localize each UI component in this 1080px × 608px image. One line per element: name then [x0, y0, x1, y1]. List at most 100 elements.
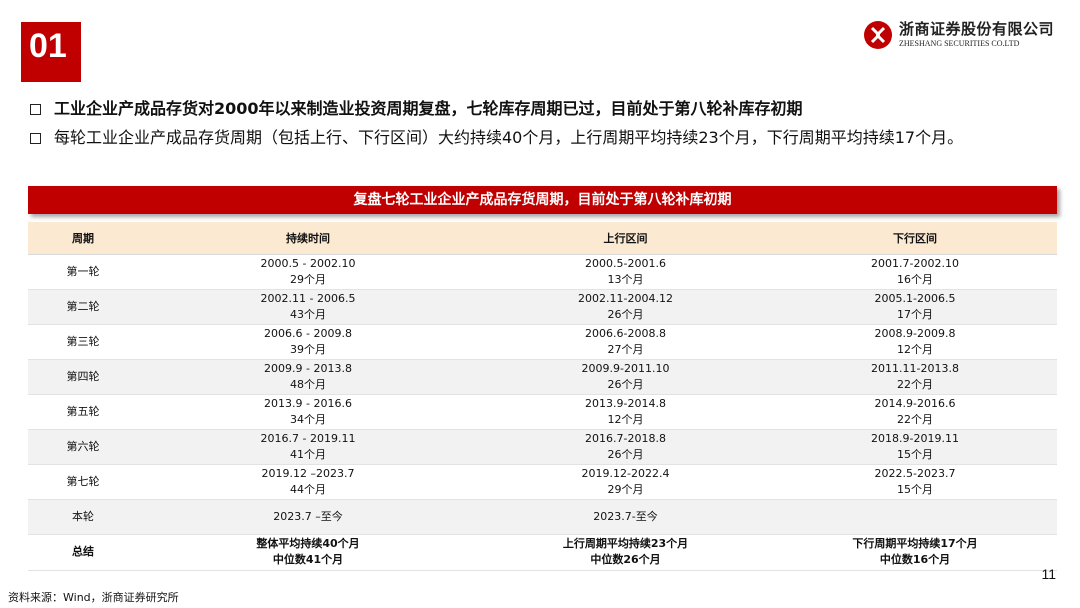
cell-down-range-months: 17个月	[897, 307, 933, 321]
cell-down-range	[773, 499, 1057, 535]
page-number: 11	[1041, 566, 1056, 582]
cell-duration-range: 2016.7 - 2019.11	[260, 431, 356, 445]
cell-up-range: 2000.5-2001.6 13个月	[478, 254, 773, 290]
cell-down-range-months: 22个月	[897, 377, 933, 391]
cell-down-range-range: 2005.1-2006.5	[874, 291, 956, 305]
cell-down-range: 下行周期平均持续17个月 中位数16个月	[773, 534, 1057, 571]
summary-row: 总结 整体平均持续40个月 中位数41个月 上行周期平均持续23个月 中位数26个月 下行…	[28, 534, 1057, 571]
cell-cycle-name: 总结	[28, 534, 138, 571]
table-row: 第五轮 2013.9 - 2016.6 34个月 2013.9-2014.8 12个月 2…	[28, 394, 1057, 430]
cell-down-range-range: 下行周期平均持续17个月	[852, 537, 978, 550]
company-logo: 浙商证券股份有限公司 ZHESHANG SECURITIES CO.LTD	[863, 18, 1054, 52]
cell-up-range-months: 26个月	[607, 377, 644, 391]
inventory-cycle-table: 周期 持续时间 上行区间 下行区间 第一轮 2000.5 - 2002.10 29个…	[28, 222, 1057, 571]
cell-up-range-months: 26个月	[607, 307, 644, 321]
cell-down-range-range: 2022.5-2023.7	[874, 466, 956, 480]
cell-duration-range: 2023.7 –至今	[273, 509, 343, 523]
cell-duration: 2009.9 - 2013.8 48个月	[138, 359, 478, 395]
cell-up-range: 2013.9-2014.8 12个月	[478, 394, 773, 430]
cell-down-range-range: 2018.9-2019.11	[871, 431, 959, 445]
cell-down-range: 2001.7-2002.10 16个月	[773, 254, 1057, 290]
cell-down-range-range: 2001.7-2002.10	[871, 256, 959, 270]
cell-up-range-range: 上行周期平均持续23个月	[562, 537, 689, 550]
cell-duration-range: 整体平均持续40个月	[256, 537, 360, 550]
cell-duration: 2019.12 –2023.7 44个月	[138, 464, 478, 500]
cell-cycle-name: 第一轮	[28, 254, 138, 290]
cell-down-range-range: 2008.9-2009.8	[874, 326, 956, 340]
cell-up-range-range: 2023.7-至今	[593, 509, 658, 523]
table-row: 第六轮 2016.7 - 2019.11 41个月 2016.7-2018.8 26个月…	[28, 429, 1057, 465]
cell-duration-range: 2006.6 - 2009.8	[264, 326, 352, 340]
cell-down-range: 2014.9-2016.6 22个月	[773, 394, 1057, 430]
cell-duration-months: 48个月	[290, 377, 326, 391]
cell-duration-months: 29个月	[290, 272, 326, 286]
square-bullet-icon	[30, 133, 41, 144]
cell-down-range-months: 15个月	[897, 447, 933, 461]
cell-duration: 整体平均持续40个月 中位数41个月	[138, 534, 478, 571]
cell-cycle-name: 本轮	[28, 499, 138, 535]
cell-up-range-range: 2019.12-2022.4	[581, 466, 670, 480]
cell-up-range-months: 12个月	[607, 412, 644, 426]
cell-duration-months: 中位数41个月	[272, 553, 344, 566]
logo-company-name-cn: 浙商证券股份有限公司	[898, 20, 1054, 38]
bullet-text: 每轮工业企业产成品存货周期（包括上行、下行区间）大约持续40个月，上行周期平均持…	[54, 128, 964, 147]
cell-down-range-months: 12个月	[897, 342, 933, 356]
table-header-row: 周期 持续时间 上行区间 下行区间	[28, 222, 1057, 255]
cell-up-range-months: 29个月	[607, 482, 644, 496]
table-row: 本轮 2023.7 –至今 2023.7-至今	[28, 499, 1057, 535]
cell-cycle-name: 第七轮	[28, 464, 138, 500]
cell-down-range-months: 22个月	[897, 412, 933, 426]
cell-duration-months: 43个月	[290, 307, 326, 321]
cell-duration-range: 2002.11 - 2006.5	[260, 291, 356, 305]
table-row: 第三轮 2006.6 - 2009.8 39个月 2006.6-2008.8 27个月 2…	[28, 324, 1057, 360]
header-duration: 持续时间	[138, 222, 478, 255]
bullet-item: 工业企业产成品存货对2000年以来制造业投资周期复盘，七轮库存周期已过，目前处于…	[30, 98, 1050, 120]
cell-up-range-months: 27个月	[607, 342, 644, 356]
cell-up-range: 2016.7-2018.8 26个月	[478, 429, 773, 465]
cell-duration: 2006.6 - 2009.8 39个月	[138, 324, 478, 360]
table-row: 第七轮 2019.12 –2023.7 44个月 2019.12-2022.4 29个月…	[28, 464, 1057, 500]
cell-duration: 2013.9 - 2016.6 34个月	[138, 394, 478, 430]
source-note: 资料来源：Wind，浙商证券研究所	[8, 591, 179, 604]
cell-down-range: 2011.11-2013.8 22个月	[773, 359, 1057, 395]
header-down-range: 下行区间	[773, 222, 1057, 255]
cell-up-range: 2023.7-至今	[478, 499, 773, 535]
cell-cycle-name: 第四轮	[28, 359, 138, 395]
cell-duration-range: 2013.9 - 2016.6	[264, 396, 352, 410]
cell-up-range-range: 2006.6-2008.8	[585, 326, 666, 340]
cell-up-range-range: 2002.11-2004.12	[578, 291, 673, 305]
cell-down-range-months: 15个月	[897, 482, 933, 496]
header-up-range: 上行区间	[478, 222, 773, 255]
bullet-item: 每轮工业企业产成品存货周期（包括上行、下行区间）大约持续40个月，上行周期平均持…	[30, 127, 1050, 149]
cell-up-range: 2009.9-2011.10 26个月	[478, 359, 773, 395]
cell-down-range-range: 2011.11-2013.8	[871, 361, 959, 375]
cell-up-range-months: 13个月	[607, 272, 644, 286]
cell-duration-range: 2019.12 –2023.7	[261, 466, 355, 480]
square-bullet-icon	[30, 104, 41, 115]
cell-duration: 2023.7 –至今	[138, 499, 478, 535]
cell-duration-months: 41个月	[290, 447, 326, 461]
cell-down-range: 2005.1-2006.5 17个月	[773, 289, 1057, 325]
cell-duration-months: 44个月	[290, 482, 326, 496]
cell-up-range: 2019.12-2022.4 29个月	[478, 464, 773, 500]
cell-up-range: 2006.6-2008.8 27个月	[478, 324, 773, 360]
cell-duration-months: 34个月	[290, 412, 326, 426]
bullet-list: 工业企业产成品存货对2000年以来制造业投资周期复盘，七轮库存周期已过，目前处于…	[30, 98, 1050, 156]
cell-cycle-name: 第五轮	[28, 394, 138, 430]
cell-duration: 2016.7 - 2019.11 41个月	[138, 429, 478, 465]
cell-down-range-range: 2014.9-2016.6	[874, 396, 956, 410]
cell-up-range: 上行周期平均持续23个月 中位数26个月	[478, 534, 773, 571]
cell-duration-range: 2000.5 - 2002.10	[260, 256, 356, 270]
cell-down-range-months: 中位数16个月	[879, 553, 951, 566]
cell-down-range: 2018.9-2019.11 15个月	[773, 429, 1057, 465]
table-row: 第四轮 2009.9 - 2013.8 48个月 2009.9-2011.10 26个月…	[28, 359, 1057, 395]
cell-duration: 2000.5 - 2002.10 29个月	[138, 254, 478, 290]
cell-up-range-months: 中位数26个月	[590, 553, 661, 566]
table-row: 第一轮 2000.5 - 2002.10 29个月 2000.5-2001.6 13个月…	[28, 254, 1057, 290]
logo-company-name-en: ZHESHANG SECURITIES CO.LTD	[898, 39, 1020, 48]
cell-up-range-range: 2000.5-2001.6	[585, 256, 666, 270]
cell-up-range-range: 2009.9-2011.10	[581, 361, 670, 375]
cell-cycle-name: 第三轮	[28, 324, 138, 360]
cell-down-range: 2008.9-2009.8 12个月	[773, 324, 1057, 360]
cell-up-range-range: 2016.7-2018.8	[585, 431, 666, 445]
